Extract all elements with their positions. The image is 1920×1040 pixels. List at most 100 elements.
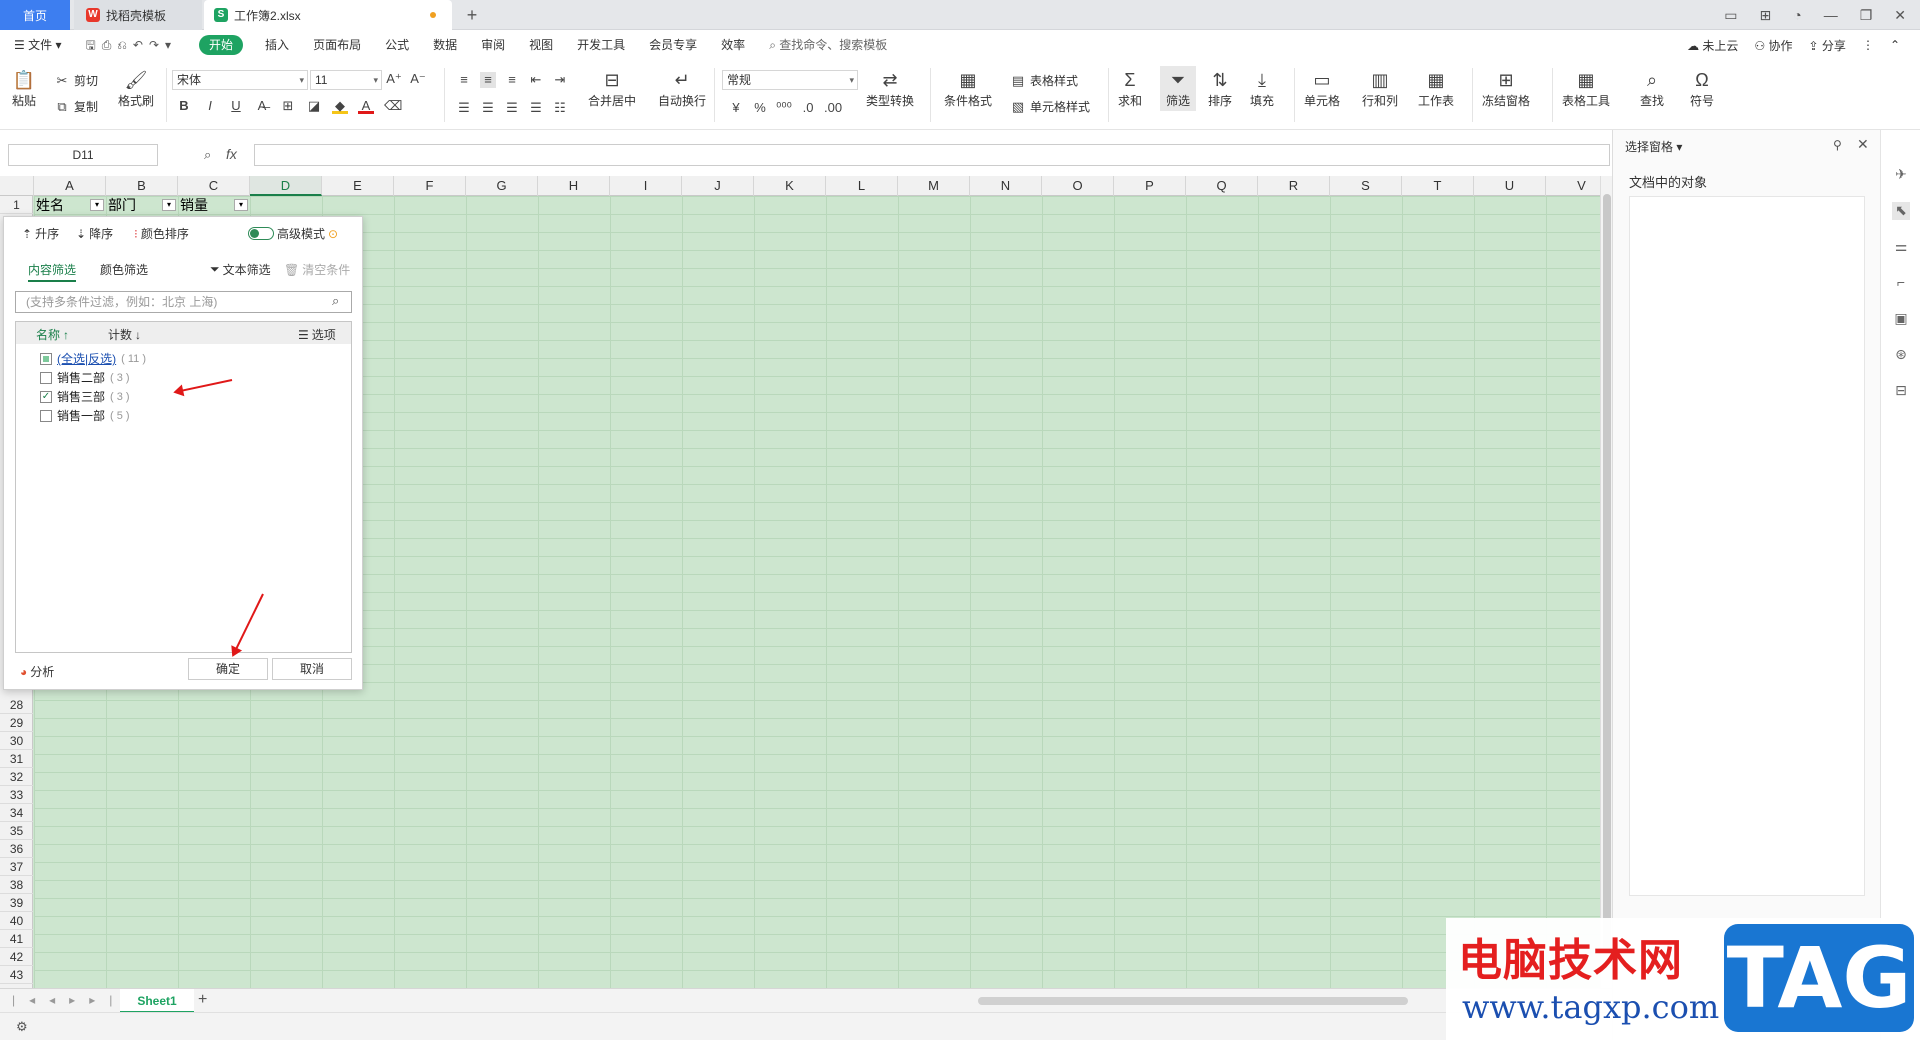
book-icon[interactable]: ⊟ (1892, 382, 1910, 400)
table-style-button[interactable]: ▤ 表格样式 (1010, 72, 1078, 89)
tab-home[interactable]: 首页 (0, 0, 70, 30)
highlight-icon[interactable]: ◆ (332, 98, 348, 114)
checkbox-checked[interactable]: ✓ (40, 390, 52, 403)
column-header-b[interactable]: B (106, 176, 178, 196)
strikethrough-icon[interactable]: A̶ (254, 98, 270, 114)
wrap-button[interactable]: ↵ 自动换行 (658, 68, 706, 109)
indent-decrease-icon[interactable]: ⇤ (528, 72, 544, 88)
row-header-31[interactable]: 31 (0, 750, 33, 768)
distributed-icon[interactable]: ☷ (552, 100, 568, 116)
name-box[interactable]: D11 (8, 144, 158, 166)
fill-button[interactable]: ⤓ 填充 (1250, 68, 1274, 109)
horizontal-scrollbar[interactable] (978, 997, 1408, 1005)
collapse-ribbon-icon[interactable]: ⌃ (1890, 38, 1900, 52)
column-header-p[interactable]: P (1114, 176, 1186, 196)
row-header-33[interactable]: 33 (0, 786, 33, 804)
column-header-o[interactable]: O (1042, 176, 1114, 196)
ok-button[interactable]: 确定 (188, 658, 268, 680)
cell-c1[interactable]: 销量 ▾ (178, 196, 250, 214)
search-icon[interactable]: ⌕ (332, 293, 339, 309)
row-header-40[interactable]: 40 (0, 912, 33, 930)
sort-by-name[interactable]: 名称 ↑ (36, 326, 69, 343)
menu-efficiency[interactable]: 效率 (709, 30, 757, 60)
pane-title[interactable]: 选择窗格 ▾ (1625, 138, 1682, 155)
filter-dropdown-icon[interactable]: ▾ (234, 199, 248, 211)
clear-conditions-button[interactable]: 🗑 清空条件 (284, 261, 350, 278)
row-header-41[interactable]: 41 (0, 930, 33, 948)
row-col-button[interactable]: ▥ 行和列 (1362, 68, 1398, 109)
color-sort-button[interactable]: ⁝ 颜色排序 (134, 225, 189, 242)
cell-fill-icon[interactable]: ◪ (306, 98, 322, 114)
row-header-42[interactable]: 42 (0, 948, 33, 966)
thousands-icon[interactable]: ⁰⁰⁰ (776, 100, 792, 116)
menu-data[interactable]: 数据 (421, 30, 469, 60)
checkbox-partial[interactable] (40, 352, 52, 365)
command-search[interactable]: ⌕ 查找命令、搜索模板 (757, 30, 899, 60)
menu-start[interactable]: 开始 (199, 35, 244, 55)
menu-page-layout[interactable]: 页面布局 (301, 30, 373, 60)
sum-button[interactable]: Σ 求和 (1118, 68, 1142, 109)
sort-button[interactable]: ⇅ 排序 (1208, 68, 1232, 109)
tab-template[interactable]: W 找稻壳模板 (74, 0, 202, 30)
close-icon[interactable]: ✕ (1894, 7, 1906, 24)
percent-icon[interactable]: % (752, 100, 768, 116)
font-select[interactable]: 宋体 (172, 70, 308, 90)
menu-review[interactable]: 审阅 (469, 30, 517, 60)
column-header-c[interactable]: C (178, 176, 250, 196)
sheet-tab-sheet1[interactable]: Sheet1 (120, 989, 194, 1013)
column-header-g[interactable]: G (466, 176, 538, 196)
row-header-38[interactable]: 38 (0, 876, 33, 894)
border-icon[interactable]: ⊞ (280, 98, 296, 114)
column-header-m[interactable]: M (898, 176, 970, 196)
align-center-icon[interactable]: ☰ (480, 100, 496, 116)
column-header-s[interactable]: S (1330, 176, 1402, 196)
objects-list[interactable] (1629, 196, 1865, 896)
font-color-icon[interactable]: A (358, 98, 374, 114)
location-icon[interactable]: ⊛ (1892, 346, 1910, 364)
column-header-e[interactable]: E (322, 176, 394, 196)
image-icon[interactable]: ▣ (1892, 310, 1910, 328)
row-header-39[interactable]: 39 (0, 894, 33, 912)
pin-icon[interactable]: ⚲ (1833, 138, 1842, 152)
menu-file[interactable]: ☰ 文件 ▾ (0, 30, 73, 60)
row-header-32[interactable]: 32 (0, 768, 33, 786)
scroll-thumb[interactable] (1603, 194, 1611, 954)
column-header-d[interactable]: D (250, 176, 322, 196)
align-bottom-icon[interactable]: ≡ (504, 72, 520, 88)
sort-desc-button[interactable]: ⇣ 降序 (76, 225, 113, 242)
freeze-button[interactable]: ⊞ 冻结窗格 (1482, 68, 1530, 109)
type-convert-button[interactable]: ⇄ 类型转换 (866, 68, 914, 109)
tab-color-filter[interactable]: 颜色筛选 (100, 261, 148, 278)
eraser-icon[interactable]: ⌫ (384, 98, 402, 114)
row-header-1[interactable]: 1 (0, 196, 33, 214)
menu-formula[interactable]: 公式 (373, 30, 421, 60)
menu-insert[interactable]: 插入 (253, 30, 301, 60)
filter-search-input[interactable]: (支持多条件过滤，例如：北京 上海) (15, 291, 352, 313)
cell-b1[interactable]: 部门 ▾ (106, 196, 178, 214)
column-header-l[interactable]: L (826, 176, 898, 196)
cond-format-button[interactable]: ▦ 条件格式 (944, 68, 992, 109)
row-header-28[interactable]: 28 (0, 696, 33, 714)
analysis-button[interactable]: ◕ 分析 (20, 663, 54, 680)
sort-asc-button[interactable]: ⇡ 升序 (22, 225, 59, 242)
list-item[interactable]: 销售一部 ( 5 ) (40, 407, 130, 424)
column-header-k[interactable]: K (754, 176, 826, 196)
decimal-decrease-icon[interactable]: .00 (824, 100, 842, 116)
cell-button[interactable]: ▭ 单元格 (1304, 68, 1340, 109)
list-item[interactable]: ✓ 销售三部 ( 3 ) (40, 388, 130, 405)
column-header-v[interactable]: V (1546, 176, 1600, 196)
share-button[interactable]: ⇪ 分享 (1809, 37, 1846, 54)
layout-icon[interactable]: ▭ (1724, 7, 1737, 24)
justify-icon[interactable]: ☰ (528, 100, 544, 116)
column-header-f[interactable]: F (394, 176, 466, 196)
worksheet-button[interactable]: ▦ 工作表 (1418, 68, 1454, 109)
bold-icon[interactable]: B (176, 98, 192, 114)
cell-a1[interactable]: 姓名 ▾ (34, 196, 106, 214)
column-header-n[interactable]: N (970, 176, 1042, 196)
column-header-r[interactable]: R (1258, 176, 1330, 196)
collab-button[interactable]: ⚇ 协作 (1754, 37, 1792, 54)
paste-button[interactable]: 📋 粘贴 (12, 68, 36, 109)
align-left-icon[interactable]: ☰ (456, 100, 472, 116)
align-top-icon[interactable]: ≡ (456, 72, 472, 88)
fx-icon[interactable]: fx (226, 146, 237, 162)
